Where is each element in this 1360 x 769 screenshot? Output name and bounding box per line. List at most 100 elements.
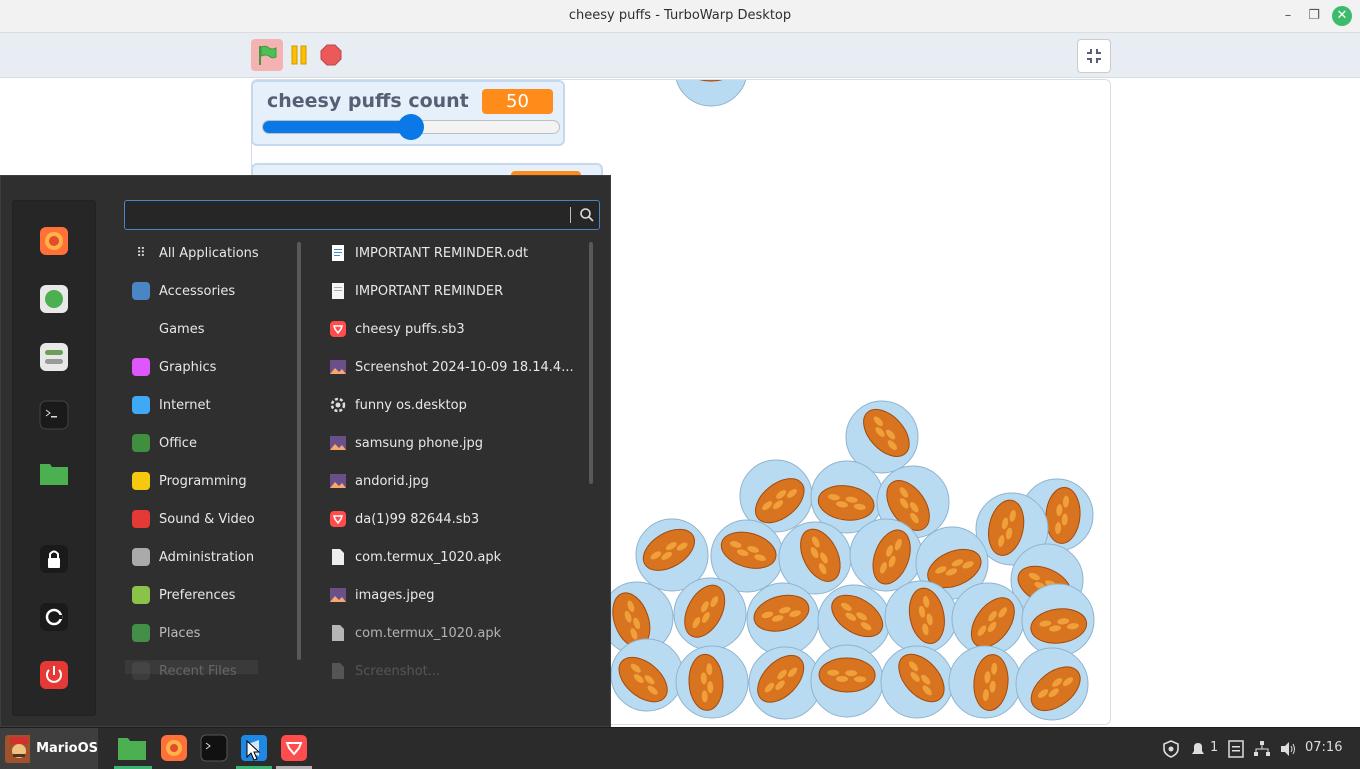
taskbar-files[interactable]	[117, 733, 147, 763]
terminal-icon	[39, 400, 69, 430]
shield-icon[interactable]	[1162, 740, 1180, 758]
grid-icon: ⠿	[132, 244, 150, 262]
category-accessories[interactable]: Accessories	[132, 280, 235, 302]
player-toolbar	[0, 33, 1360, 78]
slider-knob[interactable]	[398, 114, 424, 140]
category-all-applications[interactable]: ⠿ All Applications	[132, 242, 259, 264]
exit-fullscreen-button[interactable]	[1077, 39, 1111, 73]
recent-file-item[interactable]: IMPORTANT REMINDER.odt	[329, 242, 528, 264]
recent-file-item[interactable]: funny os.desktop	[329, 394, 467, 416]
notification-icon[interactable]	[1189, 740, 1207, 758]
monitor-label: cheesy puffs count	[267, 90, 469, 112]
category-administration[interactable]: Administration	[132, 546, 254, 568]
category-games[interactable]: Games	[132, 318, 204, 340]
slider-fill	[263, 121, 411, 133]
green-flag-button[interactable]	[251, 39, 283, 71]
category-office[interactable]: Office	[132, 432, 197, 454]
cheesy-puff-sprite	[810, 644, 884, 718]
favorite-system-monitor[interactable]	[38, 283, 70, 315]
recent-file-item[interactable]: Screenshot 2024-10-09 18.14.4...	[329, 356, 574, 378]
settings-toggle-icon	[40, 343, 68, 371]
recent-file-item[interactable]: IMPORTANT REMINDER	[329, 280, 503, 302]
cheesy-puff-sprite	[880, 645, 954, 719]
power-button[interactable]	[38, 659, 70, 691]
logout-button[interactable]	[38, 601, 70, 633]
favorites-bar	[12, 200, 96, 716]
category-label: Recent Files	[159, 663, 237, 679]
cheesy-puff-sprite	[673, 577, 747, 651]
folder-icon	[132, 624, 150, 642]
favorite-terminal[interactable]	[38, 399, 70, 431]
category-label: Preferences	[159, 587, 236, 603]
menu-label: MarioOS	[36, 741, 98, 756]
category-programming[interactable]: Programming	[132, 470, 247, 492]
close-button[interactable]: ✕	[1332, 6, 1352, 26]
stop-button[interactable]	[315, 39, 347, 71]
recent-file-item[interactable]: andorid.jpg	[329, 470, 429, 492]
recent-file-item[interactable]: samsung phone.jpg	[329, 432, 483, 454]
file-icon	[332, 625, 344, 641]
scissors-icon	[132, 282, 150, 300]
file-scrollbar[interactable]	[589, 242, 593, 484]
recent-file-item[interactable]: images.jpeg	[329, 584, 435, 606]
category-label: Accessories	[159, 283, 236, 299]
taskbar-turbowarp[interactable]	[279, 733, 309, 763]
category-label: Sound & Video	[159, 511, 255, 527]
cheesy-puff-sprite	[675, 80, 747, 107]
menu-button[interactable]: MarioOS	[0, 728, 98, 769]
lock-screen-button[interactable]	[38, 543, 70, 575]
taskbar-firefox[interactable]	[159, 733, 189, 763]
text-file-icon	[332, 283, 344, 299]
cheesy-puff-sprite	[1021, 583, 1095, 657]
category-recent-files[interactable]: Recent Files	[132, 660, 237, 682]
search-input[interactable]	[131, 205, 565, 227]
network-icon[interactable]	[1253, 740, 1271, 758]
cheesy-puff-sprite	[610, 638, 684, 712]
category-graphics[interactable]: Graphics	[132, 356, 216, 378]
recent-file-item[interactable]: com.termux_1020.apk	[329, 622, 501, 644]
menu-search[interactable]	[124, 200, 600, 230]
recent-file-item[interactable]: cheesy puffs.sb3	[329, 318, 465, 340]
cheesy-puff-sprite	[746, 582, 820, 656]
terminal-icon	[200, 734, 228, 762]
recent-file-item[interactable]: Screenshot...	[329, 660, 440, 682]
system-monitor-icon	[40, 285, 68, 313]
category-label: Graphics	[159, 359, 217, 375]
cheesy-puff-sprite	[675, 645, 749, 719]
cheesy-puff-sprite	[884, 580, 958, 654]
favorite-firefox[interactable]	[38, 225, 70, 257]
category-preferences[interactable]: Preferences	[132, 584, 235, 606]
category-places[interactable]: Places	[132, 622, 200, 644]
power-icon	[40, 661, 68, 689]
file-label: andorid.jpg	[355, 473, 429, 489]
category-sound-video[interactable]: Sound & Video	[132, 508, 255, 530]
image-icon	[330, 436, 346, 450]
category-label: Internet	[159, 397, 211, 413]
image-icon	[330, 588, 346, 602]
volume-icon[interactable]	[1279, 740, 1297, 758]
gamepad-icon	[132, 320, 150, 338]
fullscreen-exit-icon	[1087, 49, 1101, 63]
preferences-icon	[132, 586, 150, 604]
monitor-value: 50	[482, 89, 553, 114]
taskbar-terminal[interactable]	[199, 733, 229, 763]
image-icon	[330, 474, 346, 488]
cheesy-puff-sprite	[748, 646, 822, 720]
recent-file-item[interactable]: com.termux_1020.apk	[329, 546, 501, 568]
clipboard-icon[interactable]	[1228, 740, 1244, 758]
pause-button[interactable]	[283, 39, 315, 71]
category-scrollbar[interactable]	[297, 242, 301, 660]
recent-file-item[interactable]: da(1)99 82644.sb3	[329, 508, 479, 530]
minimize-button[interactable]: –	[1278, 6, 1298, 26]
cheesy-puff-sprite	[948, 645, 1022, 719]
text-cursor	[570, 207, 571, 223]
monitor-slider[interactable]	[262, 114, 560, 140]
maximize-button[interactable]: ❐	[1304, 6, 1324, 26]
file-label: Screenshot...	[355, 663, 441, 679]
favorite-files[interactable]	[38, 457, 70, 489]
category-internet[interactable]: Internet	[132, 394, 211, 416]
logout-icon	[40, 603, 68, 631]
folder-icon	[118, 738, 146, 760]
cheesy-puff-sprite	[951, 582, 1025, 656]
favorite-settings[interactable]	[38, 341, 70, 373]
